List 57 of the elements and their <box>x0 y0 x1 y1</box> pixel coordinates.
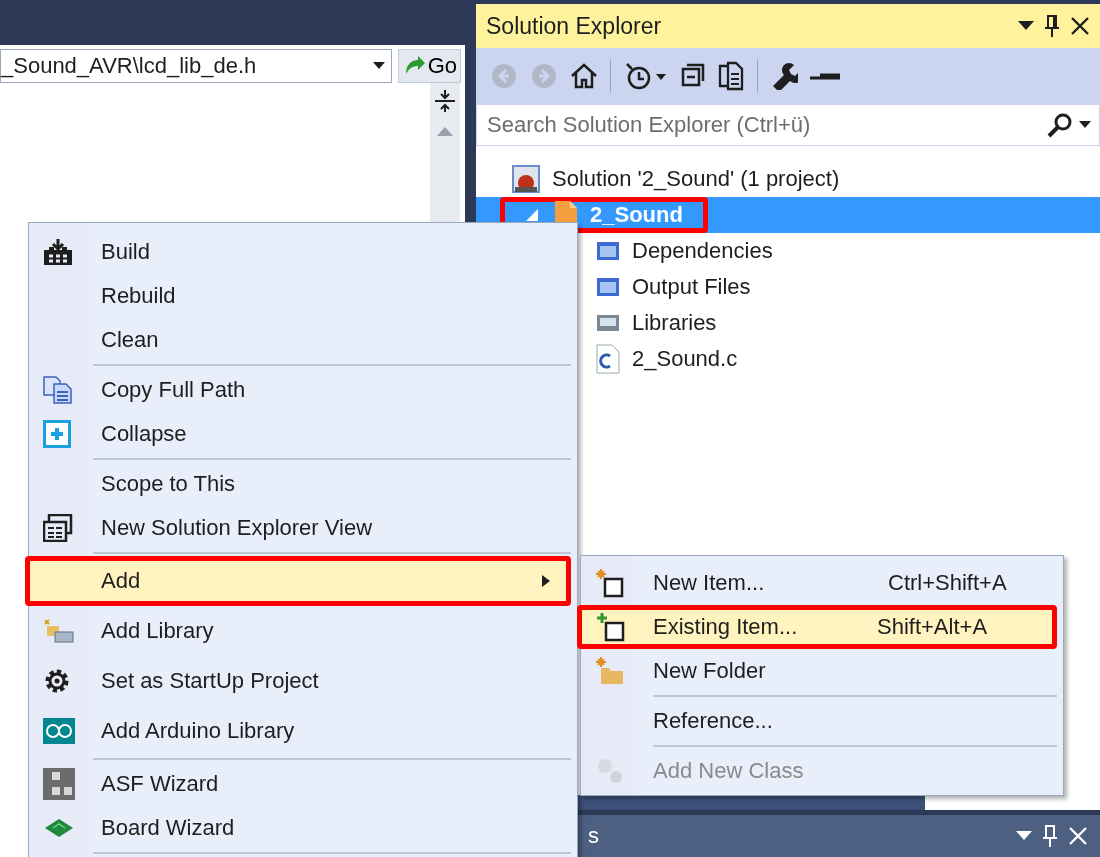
plus-box-icon <box>43 420 71 448</box>
copy-pages-icon[interactable] <box>717 61 745 91</box>
shortcut-label: Shift+Alt+A <box>877 614 989 640</box>
tree-label: Output Files <box>632 274 751 300</box>
menu-item[interactable]: Scope to This <box>29 462 577 506</box>
dropdown-icon[interactable] <box>1018 21 1034 31</box>
menu-item[interactable]: Board Wizard <box>29 806 577 850</box>
dropdown-caret-icon <box>372 62 385 70</box>
new-item-icon <box>595 568 625 598</box>
copy-icon <box>43 376 73 404</box>
circuit-board-icon <box>43 816 75 840</box>
menu-item[interactable]: Add <box>25 556 571 606</box>
dropdown-icon[interactable] <box>1016 831 1032 841</box>
menu-item[interactable]: New Item... Ctrl+Shift+A <box>581 561 1063 605</box>
tree-label: Libraries <box>632 310 717 336</box>
expanded-arrow-icon[interactable] <box>525 208 539 222</box>
menu-item[interactable]: Add Arduino Library <box>29 706 577 756</box>
infinity-icon <box>43 718 75 744</box>
tree-label: 2_Sound <box>590 202 683 228</box>
menu-item[interactable]: Add Library <box>29 606 577 656</box>
add-item-icon <box>596 612 626 642</box>
solution-icon <box>512 165 540 193</box>
library-icon <box>596 313 620 333</box>
clock-icon[interactable] <box>623 61 667 91</box>
menu-item[interactable]: Set as StartUp Project <box>29 656 577 706</box>
gear-icon <box>43 667 71 695</box>
tree-label: 2_Sound.c <box>632 346 738 372</box>
split-icon[interactable] <box>434 89 456 113</box>
panel-title: s <box>588 823 599 849</box>
build-icon <box>43 238 73 266</box>
pin-icon[interactable] <box>1044 14 1060 38</box>
close-icon[interactable] <box>1070 16 1090 36</box>
dropdown-caret-icon[interactable] <box>1079 121 1091 129</box>
menu-item[interactable]: Collapse <box>29 412 577 456</box>
shortcut-label: Ctrl+Shift+A <box>888 570 1008 596</box>
collapse-all-icon[interactable] <box>679 63 705 89</box>
file-combo-box[interactable]: _Sound_AVR\lcd_lib_de.h <box>0 49 392 83</box>
tree-label: Solution '2_Sound' (1 project) <box>552 166 840 192</box>
tree-label: Dependencies <box>632 238 773 264</box>
window-icon <box>43 514 73 542</box>
go-button[interactable]: Go <box>397 49 461 83</box>
menu-item[interactable]: New Folder <box>581 649 1063 693</box>
panel-title: Solution Explorer <box>486 12 662 40</box>
menu-item[interactable]: New Solution Explorer View <box>29 506 577 550</box>
search-icon[interactable] <box>1047 112 1073 138</box>
folder-icon <box>596 276 620 298</box>
menu-item[interactable]: ASF Wizard <box>29 762 577 806</box>
library-add-icon <box>43 618 75 644</box>
menu-item[interactable]: Reference... <box>581 699 1063 743</box>
folder-icon <box>596 240 620 262</box>
gears-icon <box>595 756 625 786</box>
c-file-icon <box>596 344 620 374</box>
menu-item[interactable]: Existing Item... Shift+Alt+A <box>577 605 1057 649</box>
new-folder-icon <box>595 656 625 686</box>
grid-blocks-icon <box>43 768 75 800</box>
home-icon[interactable] <box>570 62 598 90</box>
tree-item[interactable]: Solution '2_Sound' (1 project) <box>476 161 1100 197</box>
